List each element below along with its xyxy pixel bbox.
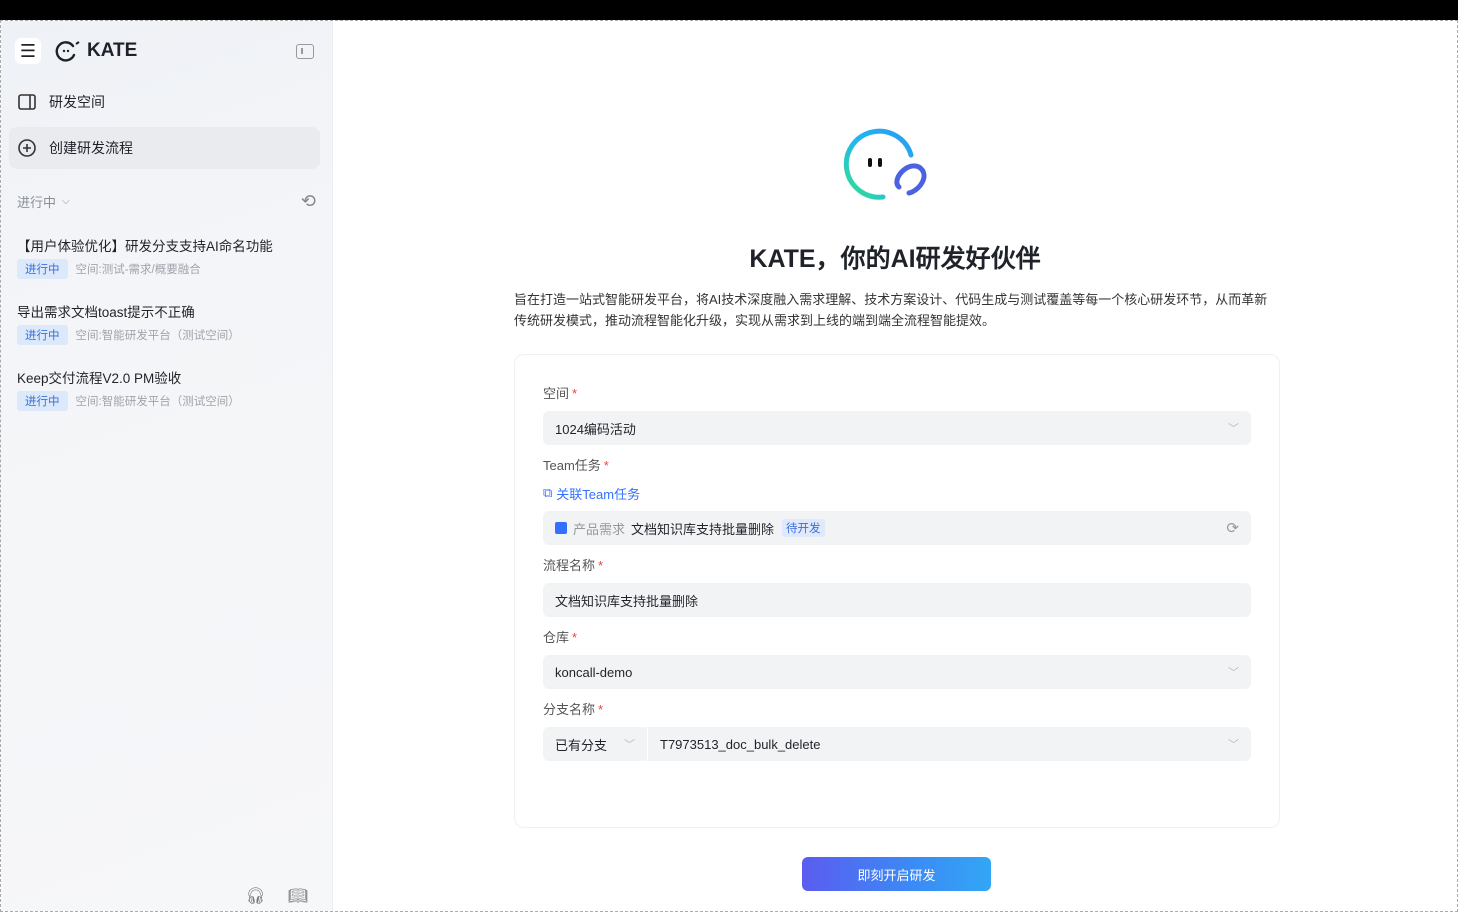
team-task-label: Team任务 *: [543, 458, 609, 473]
repo-label: 仓库 *: [543, 630, 578, 645]
section-label: 进行中: [17, 194, 57, 210]
link-icon: ⧉: [543, 485, 553, 500]
item-title: Keep交付流程V2.0 PM验收: [17, 371, 182, 386]
space-select[interactable]: 1024编码活动 ﹀: [543, 411, 1251, 445]
space-label: 空间 *: [543, 386, 578, 401]
app-window: ☰ KATE 研发空间 创建研发流程 进行中 ⌵ ⟲ 【用户体验优化】研发分支支…: [0, 20, 1458, 912]
history-icon[interactable]: ⟲: [301, 191, 316, 212]
task-name: 文档知识库支持批量删除: [631, 521, 775, 537]
chevron-down-icon: ⌵: [62, 195, 70, 207]
item-space: 空间:智能研发平台（测试空间）: [75, 396, 240, 408]
book-icon[interactable]: 📖︎: [288, 886, 308, 906]
nav-label: 创建研发流程: [49, 140, 133, 156]
plus-circle-icon: [18, 139, 36, 157]
task-status-badge: 待开发: [782, 519, 825, 537]
logo: KATE: [55, 40, 137, 62]
repo-select[interactable]: koncall-demo ﹀: [543, 655, 1251, 689]
branch-mode-select[interactable]: 已有分支 ﹀: [543, 727, 647, 761]
branch-label: 分支名称 *: [543, 702, 604, 717]
item-space: 空间:智能研发平台（测试空间）: [75, 330, 240, 342]
chevron-down-icon: ﹀: [1228, 423, 1239, 435]
sidebar-header: ☰ KATE: [1, 21, 332, 81]
unlink-icon[interactable]: ⟳: [1226, 519, 1239, 537]
kate-logo-icon: [55, 41, 80, 62]
page-title: KATE，你的AI研发好伙伴: [749, 245, 1041, 273]
item-space: 空间:测试-需求/概要融合: [75, 264, 201, 276]
sidebar-footer: 🎧︎ 📖︎: [1, 881, 332, 911]
menu-icon[interactable]: ☰: [15, 38, 41, 64]
collapse-sidebar-icon[interactable]: [296, 43, 314, 59]
nav-label: 研发空间: [49, 94, 105, 110]
workspace-icon: [18, 94, 36, 110]
list-item[interactable]: Keep交付流程V2.0 PM验收 进行中 空间:智能研发平台（测试空间）: [1, 367, 332, 411]
create-flow-form: 空间 * 1024编码活动 ﹀ Team任务 * ⧉ 关联Team任务 产品需求 文档知…: [514, 354, 1280, 828]
sidebar: ☰ KATE 研发空间 创建研发流程 进行中 ⌵ ⟲ 【用户体验优化】研发分支支…: [1, 21, 333, 911]
list-item[interactable]: 【用户体验优化】研发分支支持AI命名功能 进行中 空间:测试-需求/概要融合: [1, 235, 332, 279]
kate-hero-logo-icon: [843, 128, 927, 200]
nav-workspace[interactable]: 研发空间: [9, 81, 320, 123]
branch-select[interactable]: T7973513_doc_bulk_delete ﹀: [647, 727, 1251, 761]
chevron-down-icon: ﹀: [1228, 667, 1239, 679]
status-badge: 进行中: [17, 391, 68, 411]
task-type-icon: [555, 522, 567, 534]
status-badge: 进行中: [17, 259, 68, 279]
status-badge: 进行中: [17, 325, 68, 345]
chevron-down-icon: ﹀: [624, 739, 635, 751]
chevron-down-icon: ﹀: [1228, 739, 1239, 751]
nav-create-flow[interactable]: 创建研发流程: [9, 127, 320, 169]
top-bar: [0, 0, 1458, 20]
flow-name-label: 流程名称 *: [543, 558, 604, 573]
headset-icon[interactable]: 🎧︎: [245, 886, 265, 906]
flow-name-input[interactable]: 文档知识库支持批量删除: [543, 583, 1251, 617]
item-title: 导出需求文档toast提示不正确: [17, 305, 195, 320]
list-item[interactable]: 导出需求文档toast提示不正确 进行中 空间:智能研发平台（测试空间）: [1, 301, 332, 345]
item-title: 【用户体验优化】研发分支支持AI命名功能: [17, 239, 273, 254]
start-dev-button[interactable]: 即刻开启研发: [802, 857, 991, 891]
main-content: KATE，你的AI研发好伙伴 旨在打造一站式智能研发平台，将AI技术深度融入需求…: [333, 21, 1457, 911]
page-description: 旨在打造一站式智能研发平台，将AI技术深度融入需求理解、技术方案设计、代码生成与…: [514, 292, 1268, 328]
team-task-field[interactable]: 产品需求 文档知识库支持批量删除 待开发 ⟳: [543, 511, 1251, 545]
task-type: 产品需求: [573, 521, 626, 537]
link-team-task-button[interactable]: ⧉ 关联Team任务: [543, 483, 1251, 503]
section-filter[interactable]: 进行中 ⌵ ⟲: [1, 189, 332, 213]
app-name: KATE: [87, 40, 138, 61]
